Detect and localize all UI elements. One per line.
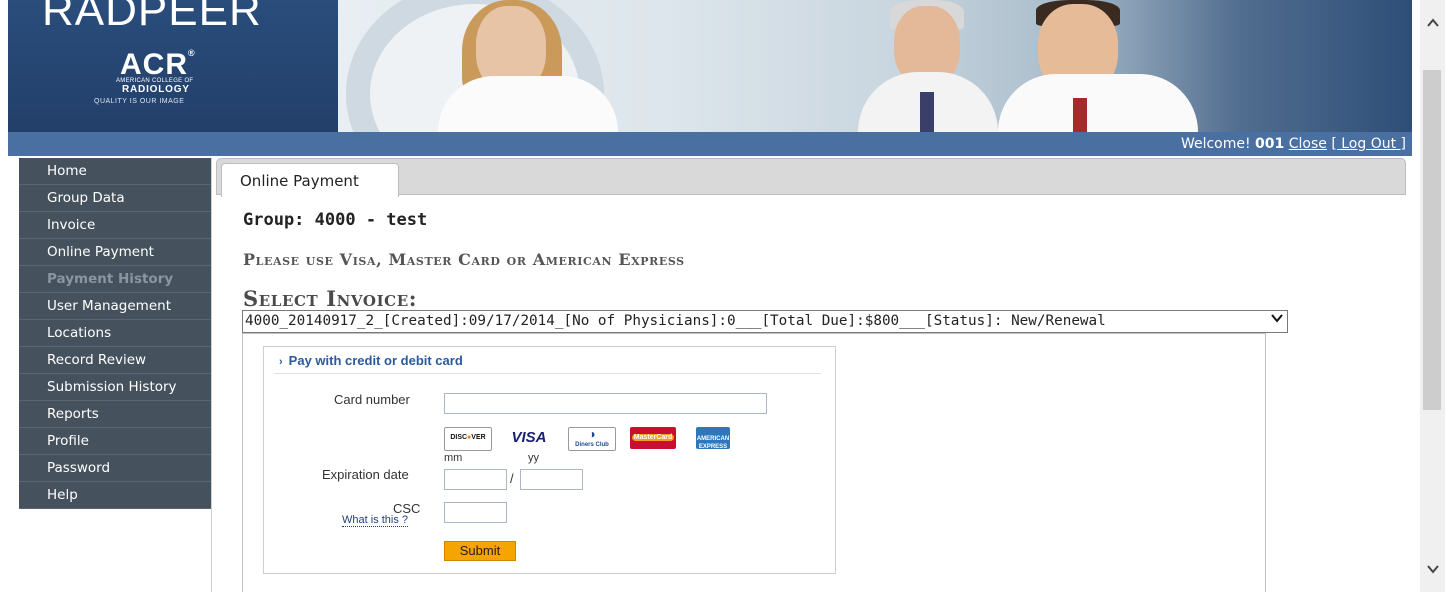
csc-input[interactable] [444, 502, 507, 523]
tab-online-payment[interactable]: Online Payment [221, 163, 399, 197]
chevron-down-icon [1270, 311, 1284, 332]
pay-card-heading[interactable]: › Pay with credit or debit card [279, 353, 463, 368]
logout-link[interactable]: [ Log Out ] [1331, 136, 1406, 152]
acr-tagline: QUALITY IS OUR IMAGE [94, 98, 185, 105]
user-id: 001 [1255, 136, 1285, 152]
scroll-thumb[interactable] [1423, 70, 1441, 410]
sidebar-item-help[interactable]: Help [19, 482, 211, 509]
header-banner: RADPEER ACR® AMERICAN COLLEGE OF RADIOLO… [8, 0, 1412, 132]
acr-logo-line2: RADIOLOGY [122, 84, 190, 95]
payment-form-box [263, 346, 836, 574]
csc-help-link[interactable]: What is this ? [342, 514, 409, 527]
sidebar-item-home[interactable]: Home [19, 158, 211, 185]
sidebar-item-profile[interactable]: Profile [19, 428, 211, 455]
amex-card-icon: AMERICAN EXPRESS [696, 427, 730, 450]
scroll-down-icon[interactable] [1420, 562, 1445, 582]
year-label: yy [528, 452, 539, 464]
welcome-bar: Welcome! 001 Close [ Log Out ] [8, 132, 1412, 156]
card-notice: Please use Visa, Master Card or American… [243, 250, 685, 269]
logo-area: RADPEER ACR® AMERICAN COLLEGE OF RADIOLO… [8, 0, 338, 132]
close-link[interactable]: Close [1289, 136, 1327, 152]
sidebar-item-payment-history: Payment History [19, 266, 211, 293]
welcome-text: Welcome! 001 Close [ Log Out ] [1180, 136, 1406, 152]
chevron-right-icon: › [279, 356, 283, 368]
date-separator: / [510, 471, 514, 486]
expiration-label: Expiration date [322, 467, 409, 482]
banner-photo [338, 0, 1412, 132]
acr-logo: ACR® [120, 48, 196, 81]
visa-card-icon: VISA [511, 429, 547, 446]
submit-button[interactable]: Submit [444, 541, 516, 561]
discover-card-icon: DISC●VER [444, 427, 492, 451]
page-scrollbar[interactable] [1420, 0, 1445, 592]
scroll-up-icon[interactable] [1420, 16, 1445, 36]
sidebar-divider [211, 158, 212, 592]
sidebar-item-group-data[interactable]: Group Data [19, 185, 211, 212]
sidebar-item-submission-history[interactable]: Submission History [19, 374, 211, 401]
sidebar-item-record-review[interactable]: Record Review [19, 347, 211, 374]
sidebar-item-password[interactable]: Password [19, 455, 211, 482]
expiry-month-input[interactable] [444, 469, 507, 490]
diners-club-card-icon: ◑ Diners Club [568, 427, 616, 451]
sidebar-item-online-payment[interactable]: Online Payment [19, 239, 211, 266]
group-title: Group: 4000 - test [243, 210, 428, 230]
heading-divider [274, 373, 821, 374]
card-number-label: Card number [334, 392, 410, 407]
sidebar-item-invoice[interactable]: Invoice [19, 212, 211, 239]
expiry-year-input[interactable] [520, 469, 583, 490]
sidebar-item-user-management[interactable]: User Management [19, 293, 211, 320]
month-label: mm [444, 452, 463, 464]
select-invoice-label: Select Invoice: [243, 286, 418, 311]
sidebar-nav: Home Group Data Invoice Online Payment P… [19, 158, 211, 509]
radpeer-logo: RADPEER [42, 0, 262, 35]
sidebar-item-reports[interactable]: Reports [19, 401, 211, 428]
mastercard-icon: MasterCard [630, 427, 676, 449]
sidebar-item-locations[interactable]: Locations [19, 320, 211, 347]
invoice-select[interactable]: 4000_20140917_2_[Created]:09/17/2014_[No… [242, 310, 1288, 333]
card-number-input[interactable] [444, 393, 767, 414]
